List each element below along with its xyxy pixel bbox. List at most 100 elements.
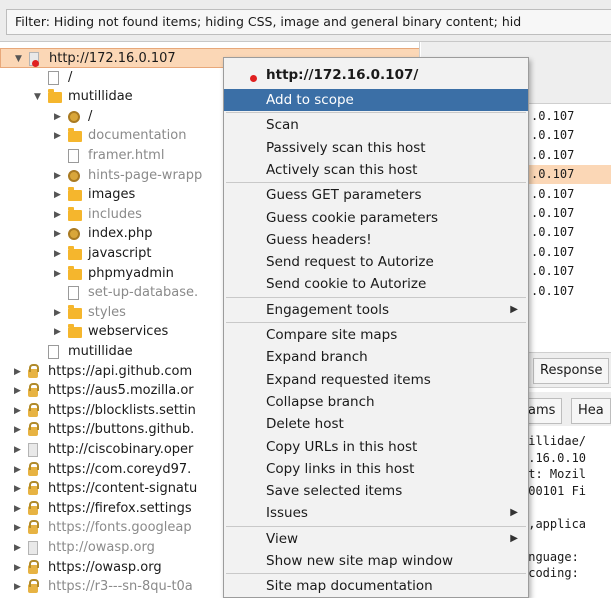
- expand-right-icon[interactable]: ▶: [54, 322, 64, 342]
- lock-icon: [28, 520, 39, 535]
- menu-item-scan[interactable]: Scan: [224, 114, 528, 136]
- expand-right-icon[interactable]: ▶: [14, 577, 24, 597]
- expand-right-icon[interactable]: ▶: [14, 518, 24, 538]
- menu-item-expand-requested-items[interactable]: Expand requested items: [224, 369, 528, 391]
- expand-right-icon[interactable]: ▶: [14, 362, 24, 382]
- gear-icon: [68, 228, 80, 241]
- expand-right-icon[interactable]: ▶: [14, 420, 24, 440]
- expand-right-icon[interactable]: ▶: [54, 205, 64, 225]
- menu-item-add-to-scope[interactable]: Add to scope: [224, 89, 528, 111]
- menu-header: http://172.16.0.107/: [224, 63, 530, 87]
- request-line: nt: Mozil: [521, 467, 587, 481]
- tab-headers[interactable]: Hea: [571, 398, 611, 424]
- request-line: ncoding:: [521, 566, 579, 580]
- folder-icon: [68, 246, 82, 260]
- menu-item-engagement-tools[interactable]: Engagement tools ▶: [224, 299, 528, 321]
- tree-row-label: images: [88, 187, 136, 203]
- folder-doc-icon: [48, 70, 59, 85]
- folder-icon: [68, 128, 82, 143]
- menu-item-label: Copy links in this host: [266, 460, 415, 477]
- menu-item-save-selected-items[interactable]: Save selected items: [224, 480, 528, 502]
- tree-row-label: https://fonts.googleap: [48, 520, 192, 536]
- menu-separator: [226, 573, 526, 575]
- expand-right-icon[interactable]: ▶: [14, 401, 24, 421]
- expand-right-icon[interactable]: ▶: [54, 166, 64, 186]
- menu-item-label: Passively scan this host: [266, 139, 426, 156]
- expand-right-icon[interactable]: ▶: [54, 244, 64, 264]
- menu-item-label: Save selected items: [266, 483, 403, 500]
- tree-row-label: documentation: [88, 128, 187, 144]
- expand-right-icon[interactable]: ▶: [14, 499, 24, 519]
- expand-right-icon[interactable]: ▶: [54, 303, 64, 323]
- filter-bar[interactable]: Filter: Hiding not found items; hiding C…: [0, 0, 611, 42]
- expand-right-icon[interactable]: ▶: [14, 381, 24, 401]
- menu-item-compare-site-maps[interactable]: Compare site maps: [224, 324, 528, 346]
- tab-response[interactable]: Response: [533, 358, 610, 384]
- menu-item-label: Send request to Autorize: [266, 254, 434, 271]
- expand-right-icon[interactable]: ▶: [14, 460, 24, 480]
- lock-icon: [28, 559, 39, 574]
- menu-item-label: Compare site maps: [266, 327, 398, 343]
- tree-row-label: http://ciscobinary.oper: [48, 442, 194, 457]
- lock-icon: [28, 422, 39, 437]
- document-icon: [68, 149, 79, 163]
- menu-item-delete-host[interactable]: Delete host: [224, 413, 528, 435]
- menu-item-copy-urls-in-this-host[interactable]: Copy URLs in this host: [224, 436, 528, 458]
- menu-item-view[interactable]: View ▶: [224, 528, 528, 550]
- menu-item-label: Site map documentation: [266, 578, 433, 595]
- menu-item-copy-links-in-this-host[interactable]: Copy links in this host: [224, 458, 528, 480]
- plain-host-icon: [28, 541, 38, 555]
- gear-icon: [68, 110, 80, 123]
- tree-row-label: http://172.16.0.107: [49, 51, 176, 66]
- expand-right-icon[interactable]: ▶: [54, 264, 64, 284]
- submenu-arrow-icon: ▶: [510, 507, 518, 519]
- menu-item-label: Engagement tools: [266, 301, 389, 318]
- menu-item-guess-headers[interactable]: Guess headers!: [224, 229, 528, 251]
- menu-item-label: Send cookie to Autorize: [266, 276, 427, 293]
- folder-icon: [48, 89, 62, 104]
- menu-item-site-map-documentation[interactable]: Site map documentation: [224, 575, 528, 597]
- expand-right-icon[interactable]: ▶: [14, 479, 24, 499]
- request-line: tillidae/: [521, 434, 587, 448]
- expand-right-icon[interactable]: ▶: [54, 224, 64, 244]
- lock-icon: [28, 461, 39, 476]
- menu-item-label: Delete host: [266, 416, 344, 433]
- context-menu: http://172.16.0.107/ Add to scope Scan Pas…: [223, 57, 529, 598]
- expand-right-icon[interactable]: ▶: [14, 440, 24, 460]
- tree-row-label: https://com.coreyd97.: [48, 461, 192, 477]
- menu-separator: [226, 112, 526, 114]
- expand-right-icon[interactable]: ▶: [14, 538, 24, 558]
- tree-row-label: webservices: [88, 324, 169, 340]
- tree-row-label: https://aus5.mozilla.or: [48, 383, 194, 399]
- menu-item-guess-get-parameters[interactable]: Guess GET parameters: [224, 184, 528, 206]
- tree-row-label: includes: [88, 206, 142, 222]
- menu-item-actively-scan-this-host[interactable]: Actively scan this host: [224, 159, 528, 181]
- menu-item-passively-scan-this-host[interactable]: Passively scan this host: [224, 137, 528, 159]
- menu-item-guess-cookie-parameters[interactable]: Guess cookie parameters: [224, 207, 528, 229]
- menu-header-label: http://172.16.0.107/: [266, 67, 419, 83]
- menu-item-send-cookie-to-autorize[interactable]: Send cookie to Autorize: [224, 273, 528, 295]
- menu-item-show-new-site-map-window[interactable]: Show new site map window: [224, 550, 528, 572]
- expand-right-icon[interactable]: ▶: [54, 126, 64, 146]
- menu-item-issues[interactable]: Issues ▶: [224, 502, 528, 524]
- tree-row-label: framer.html: [88, 148, 165, 163]
- menu-item-expand-branch[interactable]: Expand branch: [224, 346, 528, 368]
- menu-item-label: Guess headers!: [266, 231, 372, 248]
- menu-item-label: Guess cookie parameters: [266, 209, 439, 226]
- tree-row-label: mutillidae: [68, 89, 133, 105]
- expand-down-icon[interactable]: ▼: [34, 87, 44, 107]
- lock-icon: [28, 500, 39, 515]
- tree-row-label: http://owasp.org: [48, 540, 155, 555]
- tree-row-label: set-up-database.: [88, 285, 199, 301]
- expand-down-icon[interactable]: ▼: [15, 49, 25, 69]
- menu-item-collapse-branch[interactable]: Collapse branch: [224, 391, 528, 413]
- expand-right-icon[interactable]: ▶: [54, 107, 64, 127]
- expand-right-icon[interactable]: ▶: [54, 185, 64, 205]
- expand-right-icon[interactable]: ▶: [14, 558, 24, 578]
- folder-icon: [68, 265, 82, 280]
- request-line: l,applica: [521, 516, 587, 531]
- plain-host-icon: [28, 443, 38, 457]
- menu-item-send-request-to-autorize[interactable]: Send request to Autorize: [224, 251, 528, 273]
- filter-text[interactable]: Filter: Hiding not found items; hiding C…: [6, 9, 611, 35]
- tree-row-label: https://owasp.org: [48, 559, 162, 575]
